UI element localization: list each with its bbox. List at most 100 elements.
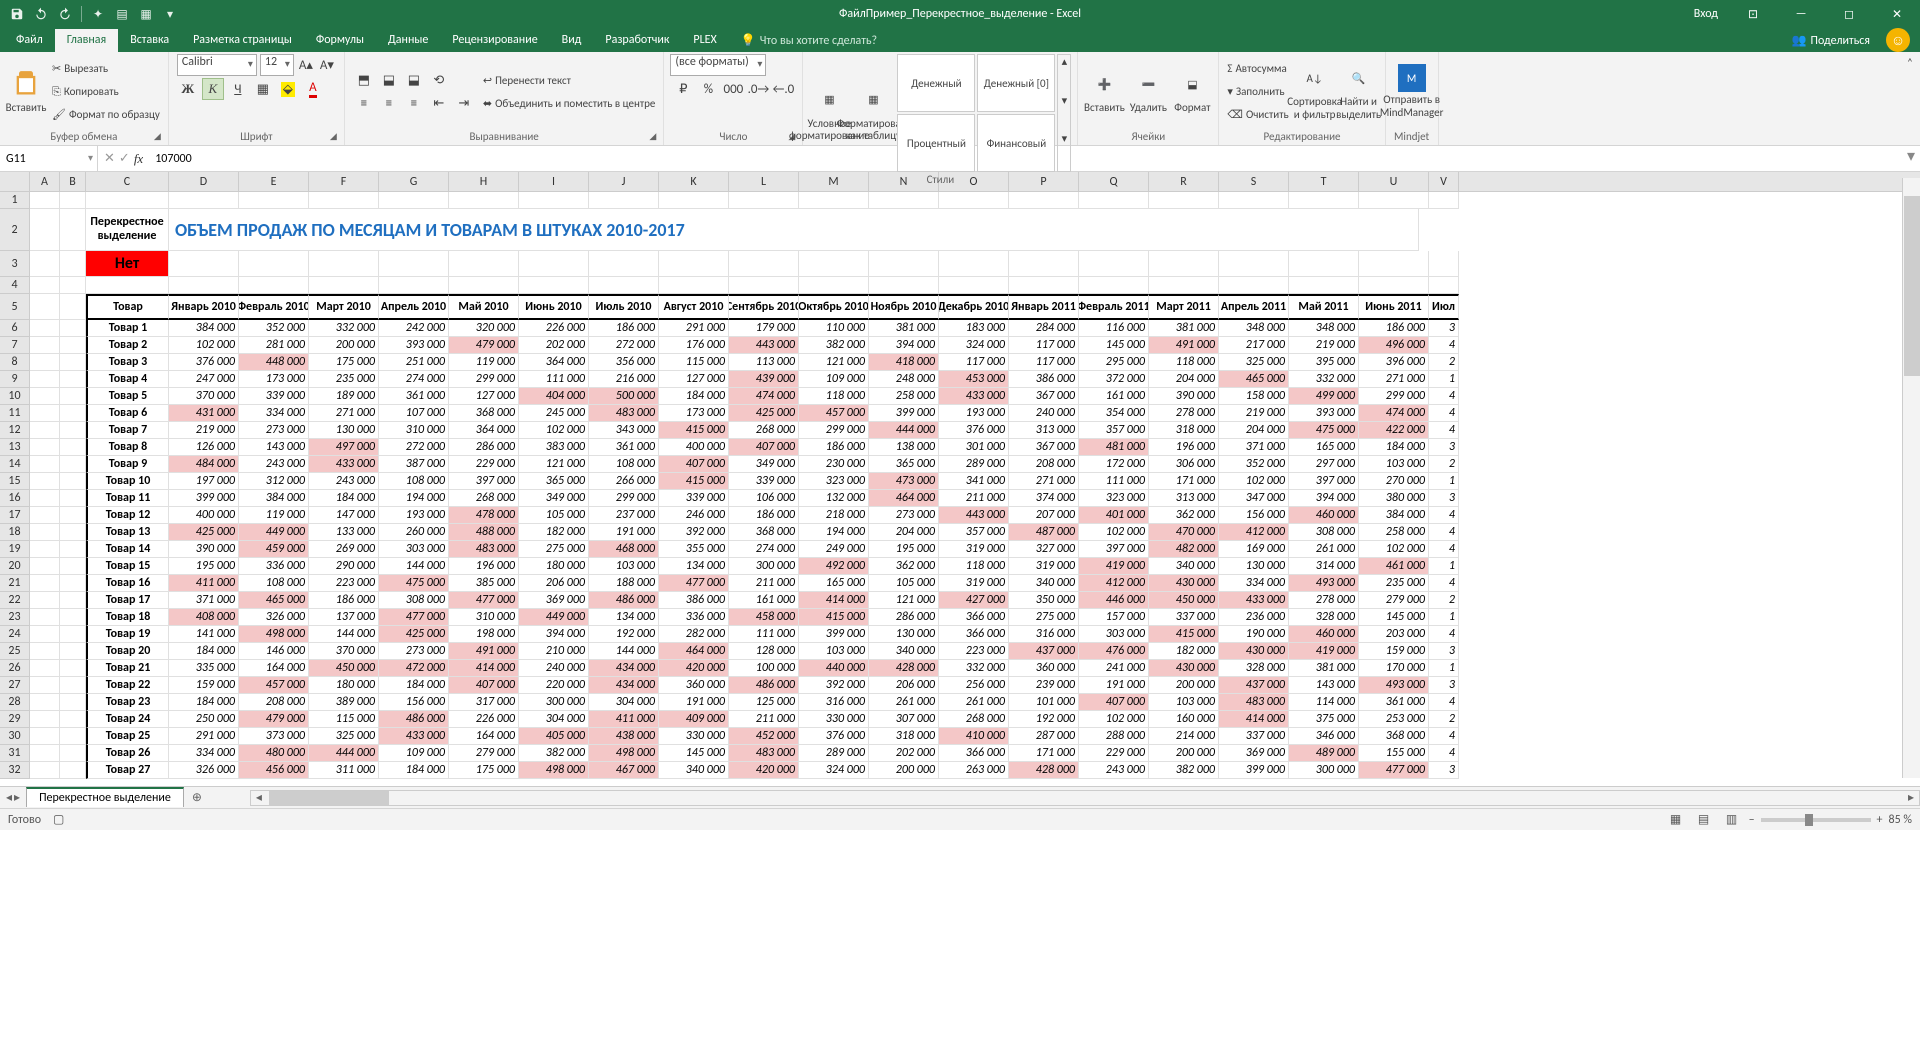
cell[interactable]: 217 000 — [1219, 337, 1289, 354]
cell[interactable]: 173 000 — [659, 405, 729, 422]
cell[interactable]: 396 000 — [1359, 354, 1429, 371]
cell[interactable] — [519, 277, 589, 294]
cell[interactable]: 200 000 — [1149, 745, 1219, 762]
cell[interactable] — [729, 277, 799, 294]
cell[interactable]: 130 000 — [1219, 558, 1289, 575]
cell[interactable]: 165 000 — [1289, 439, 1359, 456]
cell[interactable]: 279 000 — [449, 745, 519, 762]
cell[interactable]: 102 000 — [519, 422, 589, 439]
cell[interactable] — [60, 439, 86, 456]
fill-color-button[interactable]: ⬙ — [277, 78, 299, 100]
cell[interactable]: 419 000 — [1079, 558, 1149, 575]
col-header-V[interactable]: V — [1429, 172, 1459, 191]
cell[interactable]: 355 000 — [659, 541, 729, 558]
cell[interactable]: 138 000 — [869, 439, 939, 456]
login-button[interactable]: Вход — [1684, 7, 1728, 21]
cell[interactable]: 488 000 — [449, 524, 519, 541]
cell[interactable]: Май 2010 — [449, 294, 519, 320]
cell[interactable] — [30, 371, 60, 388]
cell[interactable]: Товар 16 — [86, 575, 169, 592]
cell[interactable]: 483 000 — [589, 405, 659, 422]
row-header[interactable]: 25 — [0, 643, 30, 660]
cell[interactable]: Февраль 2010 — [239, 294, 309, 320]
cell[interactable]: 272 000 — [589, 337, 659, 354]
cell[interactable] — [449, 251, 519, 277]
normal-view-icon[interactable]: ▦ — [1665, 811, 1687, 829]
cell[interactable]: 412 000 — [1219, 524, 1289, 541]
cell[interactable]: 184 000 — [169, 643, 239, 660]
cell[interactable]: 407 000 — [449, 677, 519, 694]
cell[interactable] — [659, 277, 729, 294]
col-header-C[interactable]: C — [86, 172, 169, 191]
cell[interactable]: 337 000 — [1149, 609, 1219, 626]
cell[interactable]: 364 000 — [519, 354, 589, 371]
row-header[interactable]: 30 — [0, 728, 30, 745]
cell[interactable]: 339 000 — [239, 388, 309, 405]
row-header[interactable]: 3 — [0, 251, 30, 277]
cell[interactable]: 390 000 — [1149, 388, 1219, 405]
cell[interactable] — [799, 192, 869, 209]
cell[interactable]: 103 000 — [799, 643, 869, 660]
add-sheet-icon[interactable]: ⊕ — [184, 790, 210, 805]
tab-home[interactable]: Главная — [55, 29, 118, 52]
cell[interactable]: 367 000 — [1009, 439, 1079, 456]
zoom-slider[interactable] — [1761, 818, 1871, 822]
cell[interactable] — [589, 192, 659, 209]
cell[interactable]: 393 000 — [379, 337, 449, 354]
cell[interactable]: 145 000 — [1359, 609, 1429, 626]
cell[interactable]: 366 000 — [939, 626, 1009, 643]
cell[interactable]: 376 000 — [799, 728, 869, 745]
tab-review[interactable]: Рецензирование — [440, 29, 549, 52]
cell[interactable]: 381 000 — [1149, 320, 1219, 337]
cell[interactable]: 449 000 — [519, 609, 589, 626]
qa-custom1-icon[interactable]: ✦ — [87, 3, 109, 25]
paste-button[interactable]: Вставить — [6, 68, 46, 114]
cell[interactable]: 399 000 — [799, 626, 869, 643]
ribbon-display-icon[interactable]: ⊡ — [1730, 0, 1776, 28]
cell[interactable] — [379, 251, 449, 277]
cell[interactable]: 279 000 — [1359, 592, 1429, 609]
cell[interactable]: 431 000 — [169, 405, 239, 422]
row-header[interactable]: 21 — [0, 575, 30, 592]
merge-center-button[interactable]: ⬌Объединить и поместить в центре — [481, 92, 658, 114]
cell[interactable]: 330 000 — [659, 728, 729, 745]
cell[interactable]: 144 000 — [309, 626, 379, 643]
cell[interactable]: 310 000 — [379, 422, 449, 439]
cell[interactable] — [30, 558, 60, 575]
cell[interactable]: 216 000 — [589, 371, 659, 388]
cell[interactable]: 411 000 — [169, 575, 239, 592]
cell[interactable]: 320 000 — [449, 320, 519, 337]
cell[interactable]: 467 000 — [589, 762, 659, 779]
col-header-J[interactable]: J — [589, 172, 659, 191]
cell[interactable]: 105 000 — [869, 575, 939, 592]
clipboard-dialog-launcher[interactable]: ◢ — [154, 131, 166, 143]
cell[interactable]: 332 000 — [1289, 371, 1359, 388]
cell[interactable]: Январь 2010 — [169, 294, 239, 320]
cell[interactable] — [1009, 251, 1079, 277]
cell[interactable] — [60, 728, 86, 745]
tell-me-input[interactable]: 💡Что вы хотите сделать? — [729, 29, 889, 52]
cell[interactable]: 186 000 — [1359, 320, 1429, 337]
cell[interactable]: 498 000 — [239, 626, 309, 643]
cell[interactable]: 493 000 — [1359, 677, 1429, 694]
cell[interactable]: 157 000 — [1079, 609, 1149, 626]
cell[interactable]: 239 000 — [1009, 677, 1079, 694]
cell[interactable] — [379, 277, 449, 294]
cell[interactable] — [869, 277, 939, 294]
sort-filter-button[interactable]: A↓Сортировка и фильтр — [1295, 62, 1335, 120]
cell[interactable]: 171 000 — [1149, 473, 1219, 490]
cell[interactable]: 457 000 — [239, 677, 309, 694]
cell[interactable] — [1079, 251, 1149, 277]
cell[interactable]: Товар 17 — [86, 592, 169, 609]
cell[interactable]: 118 000 — [1149, 354, 1219, 371]
cell[interactable]: 427 000 — [939, 592, 1009, 609]
row-header[interactable]: 6 — [0, 320, 30, 337]
cell[interactable]: 102 000 — [169, 337, 239, 354]
cell[interactable]: 354 000 — [1079, 405, 1149, 422]
cell[interactable]: 399 000 — [169, 490, 239, 507]
cell[interactable]: 291 000 — [659, 320, 729, 337]
cell[interactable] — [729, 251, 799, 277]
cell[interactable]: 405 000 — [519, 728, 589, 745]
cell[interactable]: 475 000 — [379, 575, 449, 592]
cell[interactable]: 360 000 — [659, 677, 729, 694]
